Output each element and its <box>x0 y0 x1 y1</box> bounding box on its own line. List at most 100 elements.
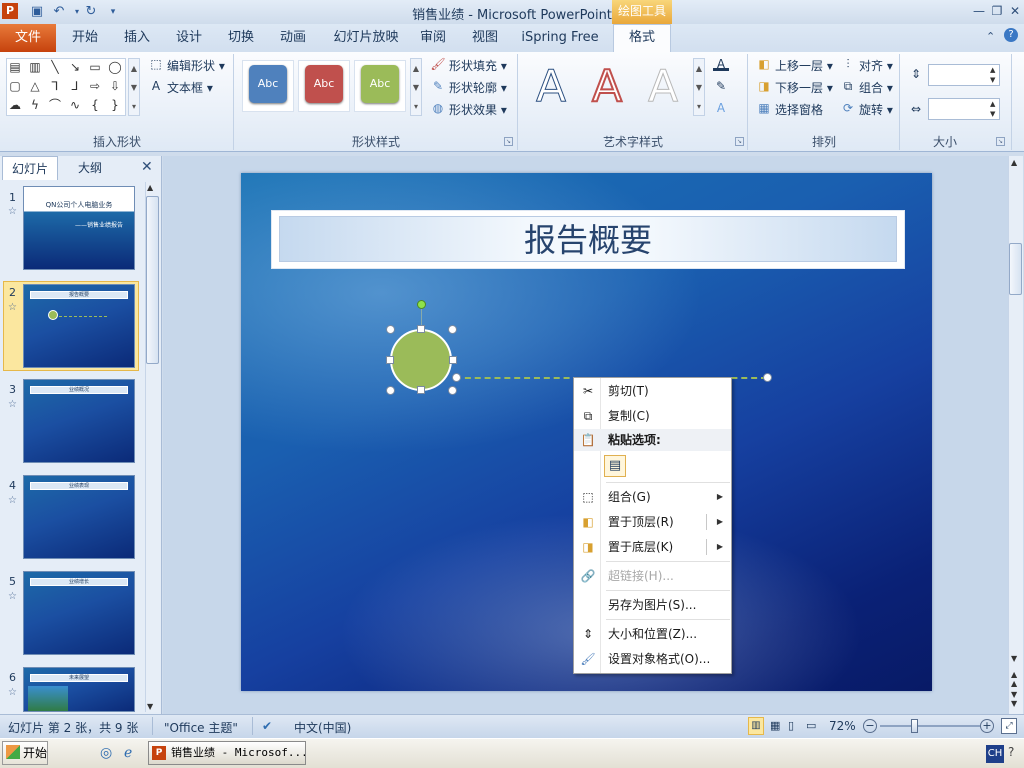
browser-icon[interactable]: ℯ <box>124 745 132 761</box>
resize-handle-bottom-right[interactable] <box>448 386 457 395</box>
menu-item-bring-to-front[interactable]: ◧ 置于顶层(R) ▶ <box>574 510 731 534</box>
resize-handle-top-right[interactable] <box>448 325 457 334</box>
language-status[interactable]: 中文(中国) <box>294 719 351 736</box>
shape-styles-scroll[interactable]: ▲ ▼ ▾ <box>410 58 422 116</box>
wordart-styles-scroll[interactable]: ▲ ▼ ▾ <box>693 58 705 116</box>
resize-handle-bottom[interactable] <box>417 386 425 394</box>
theme-status[interactable]: "Office 主题" <box>164 719 238 736</box>
resize-handle-left[interactable] <box>386 356 394 364</box>
textbox-shape-icon[interactable]: ▤ <box>8 61 22 73</box>
line-shape-icon[interactable]: ╲ <box>48 61 62 73</box>
green-circle-shape[interactable] <box>390 329 452 391</box>
taskbar-item-powerpoint[interactable]: 销售业绩 - Microsof... <box>148 741 306 765</box>
tab-outline-pane[interactable]: 大纲 <box>62 156 118 180</box>
resize-handle-top-left[interactable] <box>386 325 395 334</box>
rotation-handle[interactable] <box>417 300 426 309</box>
minimize-icon[interactable]: — <box>970 3 988 19</box>
tab-slides-pane[interactable]: 幻灯片 <box>2 156 58 180</box>
slide-thumbnail-3[interactable]: 业绩概况 <box>23 379 135 463</box>
slide-thumbnail-4[interactable]: 业绩表现 <box>23 475 135 559</box>
powerpoint-logo-icon[interactable]: P <box>2 3 18 19</box>
left-brace-shape-icon[interactable]: { <box>88 99 102 111</box>
menu-item-send-to-back[interactable]: ◨ 置于底层(K) ▶ <box>574 535 731 559</box>
editor-scroll-up-icon[interactable]: ▲ <box>1011 158 1017 167</box>
rotate-button[interactable]: 旋转 ▾ <box>859 101 893 118</box>
zoom-slider-thumb[interactable] <box>911 719 918 733</box>
redo-icon[interactable]: ↻ <box>82 3 100 21</box>
zoom-slider-track[interactable] <box>880 725 980 727</box>
bring-forward-button[interactable]: 上移一层 ▾ <box>775 57 833 74</box>
collapse-ribbon-icon[interactable]: ⌃ <box>986 30 995 43</box>
quicklaunch-app-icon[interactable]: ◎ <box>100 745 112 761</box>
tab-file[interactable]: 文件 <box>0 24 56 52</box>
wordart-style-outline-red[interactable]: A <box>582 61 632 113</box>
paste-keep-formatting-icon[interactable]: ▤ <box>604 455 626 477</box>
submenu-arrow-icon[interactable]: ▶ <box>717 535 723 559</box>
triangle-shape-icon[interactable]: △ <box>28 80 42 92</box>
shapes-gallery-scroll[interactable]: ▲ ▼ ▾ <box>128 58 140 116</box>
right-arrow-shape-icon[interactable]: ⇨ <box>88 80 102 92</box>
help-icon[interactable]: ? <box>1004 28 1018 42</box>
tab-transitions[interactable]: 切换 <box>216 24 266 52</box>
slide-thumbnail-6[interactable]: 未来展望 <box>23 667 135 712</box>
next-slide-icon[interactable]: ▼ ▼ <box>1011 690 1017 708</box>
connector-end-handle[interactable] <box>763 373 772 382</box>
wordart-launcher-icon[interactable]: ↘ <box>735 137 744 146</box>
shape-outline-button[interactable]: 形状轮廓 ▾ <box>449 79 507 96</box>
scroll-down-icon[interactable]: ▼ <box>147 702 153 711</box>
size-launcher-icon[interactable]: ↘ <box>996 137 1005 146</box>
rounded-rect-shape-icon[interactable]: ▢ <box>8 80 22 92</box>
shape-styles-launcher-icon[interactable]: ↘ <box>504 137 513 146</box>
wordart-style-outline-gray[interactable]: A <box>638 61 688 112</box>
tab-insert[interactable]: 插入 <box>112 24 162 52</box>
undo-icon[interactable]: ↶ <box>50 3 68 21</box>
tab-animations[interactable]: 动画 <box>268 24 318 52</box>
slide-title[interactable]: 报告概要 <box>279 216 897 262</box>
oval-shape-icon[interactable]: ◯ <box>108 61 122 73</box>
zoom-level[interactable]: 72% <box>829 719 856 733</box>
slides-pane-scroll-thumb[interactable] <box>146 196 159 364</box>
tab-format[interactable]: 格式 <box>613 24 671 52</box>
resize-handle-bottom-left[interactable] <box>386 386 395 395</box>
restore-icon[interactable]: ❐ <box>988 3 1006 19</box>
edit-shape-button[interactable]: 编辑形状 ▾ <box>167 57 225 74</box>
connector-start-handle[interactable] <box>452 373 461 382</box>
previous-slide-icon[interactable]: ▲ ▲ <box>1011 670 1017 688</box>
customize-toolbar-icon[interactable]: ▾ <box>104 3 122 21</box>
ime-help-icon[interactable]: ? <box>1008 745 1014 759</box>
tab-ispring[interactable]: iSpring Free <box>516 24 604 52</box>
close-window-icon[interactable]: ✕ <box>1006 3 1024 19</box>
text-effects-icon[interactable]: A <box>713 101 729 115</box>
text-outline-icon[interactable]: ✎ <box>713 79 729 93</box>
wordart-style-outline-blue[interactable]: A <box>526 61 576 112</box>
down-arrow-shape-icon[interactable]: ⇩ <box>108 80 122 92</box>
zoom-in-icon[interactable]: + <box>980 719 994 733</box>
shape-fill-button[interactable]: 形状填充 ▾ <box>449 57 507 74</box>
editor-scrollbar[interactable] <box>1008 156 1023 714</box>
tab-design[interactable]: 设计 <box>164 24 214 52</box>
text-box-button[interactable]: 文本框 ▾ <box>167 79 213 96</box>
tab-view[interactable]: 视图 <box>462 24 508 52</box>
menu-item-cut[interactable]: ✂ 剪切(T) <box>574 379 731 403</box>
shape-style-blue[interactable]: Abc <box>249 65 287 103</box>
align-button[interactable]: 对齐 ▾ <box>859 57 893 74</box>
ime-indicator[interactable]: CH <box>986 745 1004 763</box>
elbow-connector-shape-icon[interactable]: ⅂ <box>48 80 62 92</box>
menu-item-group[interactable]: ⬚ 组合(G) ▶ <box>574 485 731 509</box>
slide-sorter-view-icon[interactable]: ▦ <box>770 719 780 732</box>
menu-item-size-position[interactable]: ⇕ 大小和位置(Z)... <box>574 622 731 646</box>
selection-pane-button[interactable]: 选择窗格 <box>775 101 823 118</box>
send-backward-button[interactable]: 下移一层 ▾ <box>775 79 833 96</box>
slide-thumbnail-5[interactable]: 业绩增长 <box>23 571 135 655</box>
right-brace-shape-icon[interactable]: } <box>108 99 122 111</box>
arc-shape-icon[interactable]: ⌒ <box>48 99 62 111</box>
group-button[interactable]: 组合 ▾ <box>859 79 893 96</box>
menu-item-save-as-picture[interactable]: 另存为图片(S)... <box>574 593 731 617</box>
reading-view-icon[interactable]: ▯ <box>788 719 794 732</box>
arrow-line-shape-icon[interactable]: ↘ <box>68 61 82 73</box>
slide-thumbnail-2[interactable]: 报告概要 <box>23 284 135 368</box>
normal-view-icon[interactable]: ▥ <box>748 717 764 735</box>
zoom-out-icon[interactable]: − <box>863 719 877 733</box>
height-spinner-icon[interactable]: ▲ ▼ <box>990 65 995 85</box>
tab-slideshow[interactable]: 幻灯片放映 <box>324 24 408 52</box>
